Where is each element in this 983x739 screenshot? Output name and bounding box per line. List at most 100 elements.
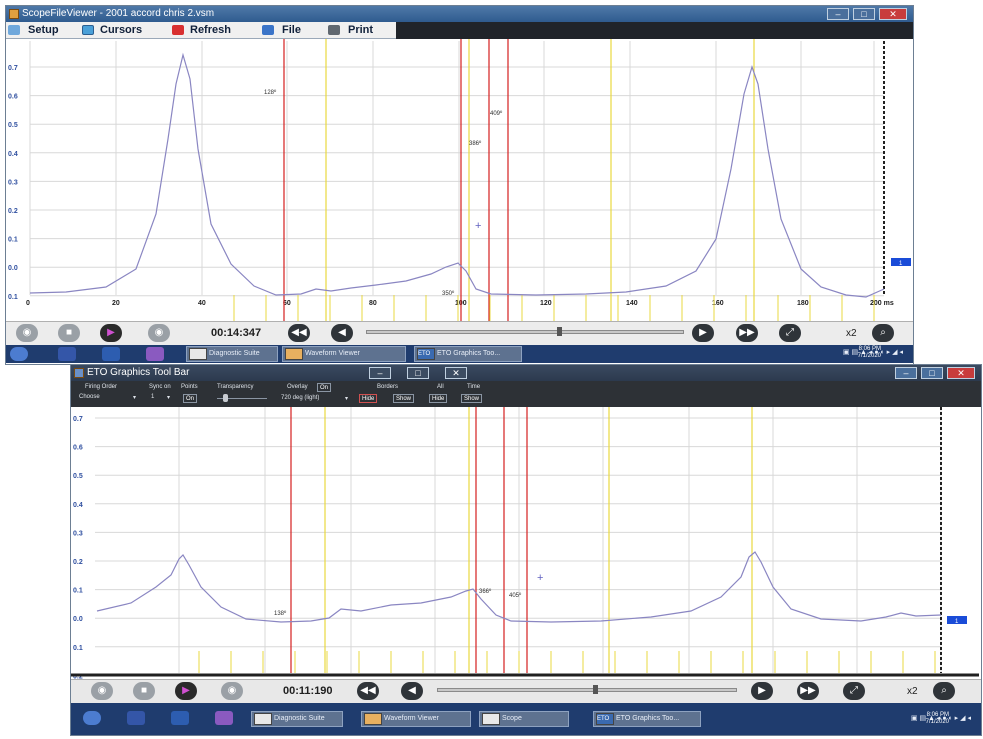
borders-label: Borders: [377, 384, 399, 390]
menu-cursors[interactable]: Cursors: [100, 22, 142, 38]
app-launcher-icon-2[interactable]: [127, 711, 145, 725]
borders-hide-button[interactable]: Hide: [359, 394, 378, 403]
time-label: Time: [467, 384, 481, 390]
snapshot-icon-2[interactable]: ◉: [221, 682, 243, 700]
crosshair-marker: +: [537, 572, 543, 584]
clock-date-2: 7/1/2020: [925, 719, 949, 725]
eto-graphics-window: ETO Graphics Tool Bar – □ ✕ – □ ✕ Firing…: [70, 364, 982, 736]
task-diagnostic-suite[interactable]: Diagnostic Suite: [186, 346, 278, 362]
x-tick-label: 0: [26, 300, 30, 307]
magnifier-icon-2[interactable]: ⌕: [933, 682, 955, 700]
y-tick-label: 0.6: [73, 445, 83, 452]
browser-icon-2[interactable]: [215, 711, 233, 725]
fast-forward-icon[interactable]: ▶▶: [736, 324, 758, 342]
sync-on-select[interactable]: 1: [151, 394, 154, 400]
maximize-button[interactable]: □: [853, 8, 875, 20]
step-forward-icon[interactable]: ▶: [692, 324, 714, 342]
fast-forward-icon-2[interactable]: ▶▶: [797, 682, 819, 700]
overlay-toggle[interactable]: On: [317, 383, 332, 392]
menu-file[interactable]: File: [282, 22, 301, 38]
degree-annotation: 128º: [264, 89, 277, 96]
degree-annotation: 409º: [490, 110, 503, 117]
overlay-degrees-select[interactable]: 720 deg (light): [281, 395, 319, 401]
printer-icon: [328, 25, 340, 35]
waveform-trace: [29, 52, 885, 298]
waveform-file-icon-2: [364, 713, 382, 725]
window1-menubar: Setup Cursors Refresh File Print: [6, 22, 396, 39]
rewind-icon-2[interactable]: ◀◀: [357, 682, 379, 700]
transparency-slider[interactable]: [217, 394, 267, 402]
window2-titlebar[interactable]: ETO Graphics Tool Bar – □ ✕ – □ ✕: [71, 365, 981, 381]
x-tick-label: 80: [369, 300, 377, 307]
task-eto-graphics-2[interactable]: ETO ETO Graphics Too...: [593, 711, 701, 727]
eto-app-icon: [74, 368, 84, 378]
firing-order-dropdown-icon[interactable]: ▾: [133, 394, 136, 401]
eto-icon-2: ETO: [596, 713, 614, 725]
camera-icon[interactable]: ◉: [16, 324, 38, 342]
timeline-scrubber-2[interactable]: [437, 685, 737, 694]
y-tick-label: 0.3: [8, 179, 18, 186]
cursors-icon: [82, 25, 94, 35]
start-orb-icon-2[interactable]: [83, 711, 101, 725]
task-scope-2[interactable]: Scope: [479, 711, 569, 727]
zoom-fit-icon-2[interactable]: ⤢: [843, 682, 865, 700]
task-waveform-viewer[interactable]: Waveform Viewer: [282, 346, 406, 362]
transparency-label: Transparency: [217, 384, 254, 390]
x-tick-label: 20: [112, 300, 120, 307]
close-button[interactable]: ✕: [879, 8, 907, 20]
taskbar-1: Diagnostic Suite Waveform Viewer ETO ETO …: [6, 345, 913, 363]
play-icon-2[interactable]: ▶: [175, 682, 197, 700]
timeline-scrubber-1[interactable]: [366, 327, 684, 336]
toolbar-close-button[interactable]: ✕: [445, 367, 467, 379]
step-back-icon[interactable]: ◀: [331, 324, 353, 342]
media-player-icon[interactable]: [102, 347, 120, 361]
waveform-plot-2[interactable]: 0.70.60.50.40.30.20.10.00.10.21204060801…: [71, 407, 981, 679]
step-back-icon-2[interactable]: ◀: [401, 682, 423, 700]
time-show-button[interactable]: Show: [461, 394, 483, 403]
snapshot-icon[interactable]: ◉: [148, 324, 170, 342]
scrubber-thumb-1[interactable]: [556, 327, 562, 336]
overlay-dropdown-icon[interactable]: ▾: [345, 395, 348, 402]
magnifier-icon[interactable]: ⌕: [872, 324, 894, 342]
zoom-fit-icon[interactable]: ⤢: [779, 324, 801, 342]
menu-refresh[interactable]: Refresh: [190, 22, 231, 38]
toolbar-maximize-button[interactable]: □: [407, 367, 429, 379]
sync-on-dropdown-icon[interactable]: ▾: [167, 394, 170, 401]
clock-time-1: 8:06 PM: [858, 346, 881, 352]
firing-order-label: Firing Order: [85, 384, 118, 390]
points-toggle[interactable]: On: [183, 394, 198, 403]
minimize-button-2[interactable]: –: [895, 367, 917, 379]
borders-show-button[interactable]: Show: [393, 394, 415, 403]
start-orb-icon[interactable]: [10, 347, 28, 361]
media-player-icon-2[interactable]: [171, 711, 189, 725]
task-eto-graphics[interactable]: ETO ETO Graphics Too...: [414, 346, 522, 362]
scrubber-thumb-2[interactable]: [592, 685, 598, 694]
camera-icon-2[interactable]: ◉: [91, 682, 113, 700]
minimize-button[interactable]: –: [827, 8, 849, 20]
y-tick-label: 0.4: [73, 502, 83, 509]
transparency-slider-thumb[interactable]: [223, 394, 228, 402]
window1-titlebar[interactable]: ScopeFileViewer - 2001 accord chris 2.vs…: [6, 6, 913, 22]
y-tick-label: 0.1: [73, 588, 83, 595]
task-waveform-viewer-2[interactable]: Waveform Viewer: [361, 711, 471, 727]
record-stop-icon[interactable]: ■: [58, 324, 80, 342]
toolbar-minimize-button[interactable]: –: [369, 367, 391, 379]
menu-print[interactable]: Print: [348, 22, 373, 38]
firing-order-select[interactable]: Choose: [79, 394, 100, 400]
degree-annotation: 386º: [469, 140, 482, 147]
maximize-button-2[interactable]: □: [921, 367, 943, 379]
waveform-plot-1[interactable]: 0.70.60.50.40.30.20.10.00.10204060801001…: [6, 39, 913, 321]
y-tick-label: 0.7: [73, 416, 83, 423]
app-launcher-icon[interactable]: [58, 347, 76, 361]
play-icon[interactable]: ▶: [100, 324, 122, 342]
record-stop-icon-2[interactable]: ■: [133, 682, 155, 700]
step-forward-icon-2[interactable]: ▶: [751, 682, 773, 700]
rewind-icon[interactable]: ◀◀: [288, 324, 310, 342]
all-hide-button[interactable]: Hide: [429, 394, 448, 403]
browser-icon[interactable]: [146, 347, 164, 361]
y-tick-label: 0.1: [8, 237, 18, 244]
y-tick-label: 0.3: [73, 530, 83, 537]
menu-setup[interactable]: Setup: [28, 22, 59, 38]
close-button-2[interactable]: ✕: [947, 367, 975, 379]
task-diagnostic-suite-2[interactable]: Diagnostic Suite: [251, 711, 343, 727]
